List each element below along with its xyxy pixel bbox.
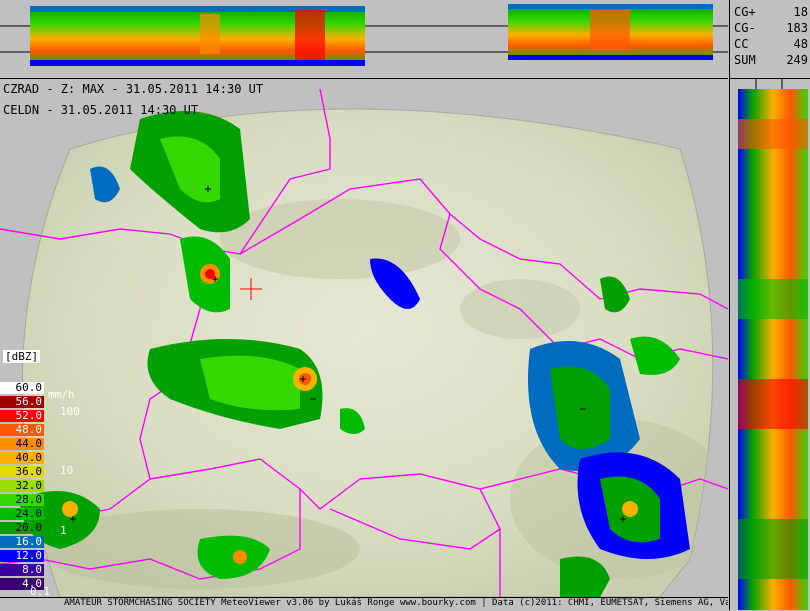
legend-entry: 56.0: [0, 396, 44, 408]
legend-entry: 60.0: [0, 382, 44, 394]
top-strip-echo-right: [508, 4, 713, 60]
stat-label: CG+: [734, 5, 756, 19]
footer-credits-bar: AMATEUR STORMCHASING SOCIETY MeteoViewer…: [0, 597, 728, 611]
legend-entry: 28.0: [0, 494, 44, 506]
top-reflectivity-strip: [0, 0, 728, 79]
top-strip-graphic: [0, 4, 728, 66]
legend-rate-10: 10: [60, 464, 74, 477]
side-reflectivity-strip: [729, 79, 810, 610]
side-strip-graphic: [738, 79, 808, 610]
stat-value: 18: [793, 5, 808, 19]
legend-unit-label: mm/h: [48, 388, 75, 401]
radar-map-graphic: [0, 88, 728, 597]
stat-value: 183: [786, 21, 808, 35]
footer-credits-text: AMATEUR STORMCHASING SOCIETY MeteoViewer…: [64, 598, 728, 608]
legend-entry: 32.0: [0, 480, 44, 492]
product-header-lightning: CELDN - 31.05.2011 14:30 UT: [3, 103, 199, 117]
stat-cc: CC 48: [734, 37, 808, 51]
legend-title: [dBZ]: [3, 350, 41, 363]
legend-entry: 40.0: [0, 452, 44, 464]
stat-cg-plus: CG+ 18: [734, 5, 808, 19]
legend-entry: 24.0: [0, 508, 44, 520]
stat-label: CG-: [734, 21, 756, 35]
radar-map-view[interactable]: CZRAD - Z: MAX - 31.05.2011 14:30 UT CEL…: [0, 79, 728, 597]
legend-entry: 44.0: [0, 438, 44, 450]
stat-sum: SUM 249: [734, 53, 808, 67]
legend-entry: 20.0: [0, 522, 44, 534]
legend-rate-100: 100: [60, 405, 80, 418]
stat-label: CC: [734, 37, 749, 51]
stat-value: 249: [786, 53, 808, 67]
top-strip-echo-left: [30, 6, 365, 66]
stat-label: SUM: [734, 53, 756, 67]
stat-value: 48: [793, 37, 808, 51]
legend-entry: 48.0: [0, 424, 44, 436]
legend-entry: 8.0: [0, 564, 44, 576]
legend-entry: 36.0: [0, 466, 44, 478]
stat-cg-minus: CG- 183: [734, 21, 808, 35]
legend-entry: 12.0: [0, 550, 44, 562]
legend-entry: 52.0: [0, 410, 44, 422]
lightning-stats-panel: CG+ 18 CG- 183 CC 48 SUM 249: [729, 0, 810, 79]
legend-entry: 16.0: [0, 536, 44, 548]
legend-rate-1: 1: [60, 524, 67, 537]
product-header-radar: CZRAD - Z: MAX - 31.05.2011 14:30 UT: [3, 82, 264, 96]
